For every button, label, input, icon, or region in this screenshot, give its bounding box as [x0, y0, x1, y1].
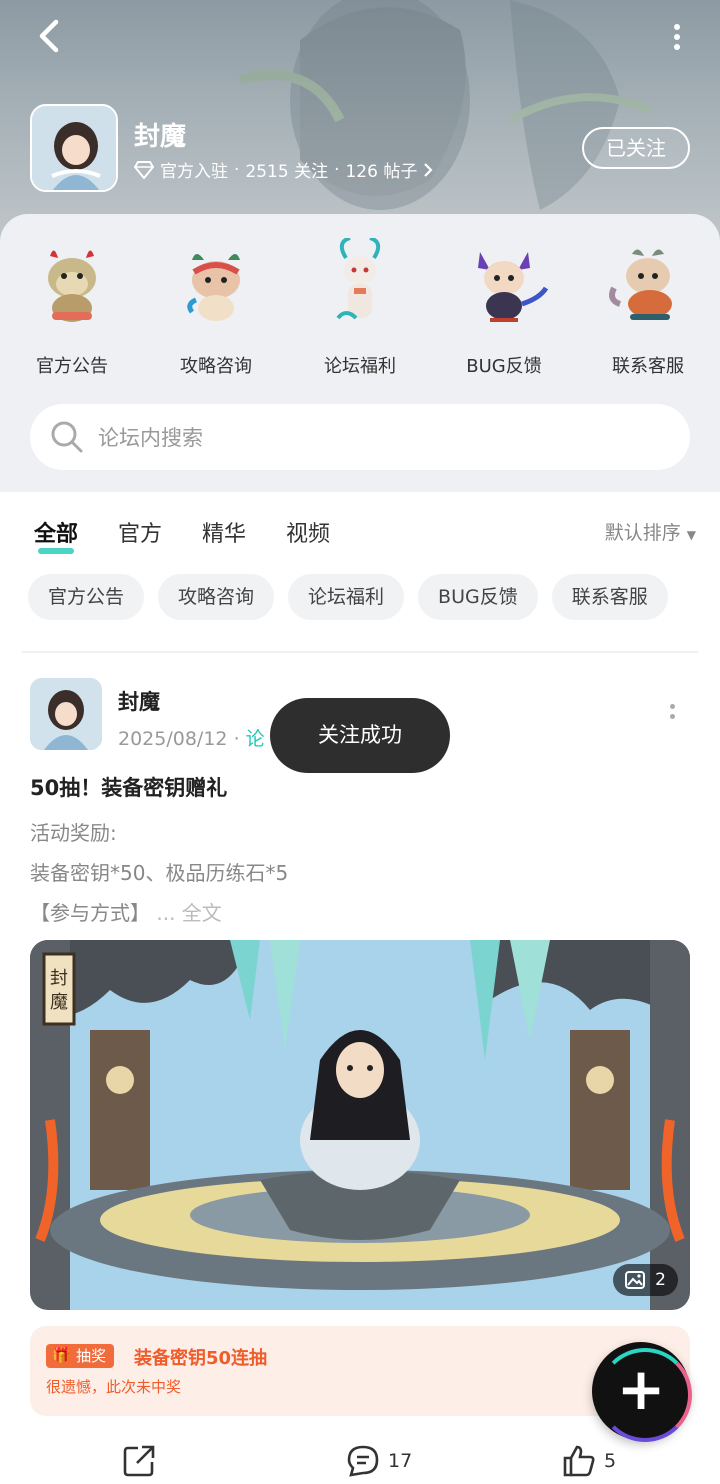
- tab-official[interactable]: 官方: [118, 516, 162, 548]
- category-panel: 官方公告 攻略咨询 论坛福利 BUG反馈 联系客服 论坛内搜索: [0, 214, 720, 492]
- dragon-mascot-icon: [478, 252, 549, 322]
- search-placeholder: 论坛内搜索: [98, 426, 203, 450]
- official-label: 官方入驻: [160, 162, 228, 182]
- tab-featured[interactable]: 精华: [202, 516, 246, 548]
- post-more-icon[interactable]: [667, 704, 677, 724]
- lottery-card[interactable]: 抽奖 装备密钥50连抽 很遗憾，此次未中奖: [30, 1326, 690, 1416]
- dragon-mascot-icon: [336, 236, 381, 320]
- plus-icon: +: [616, 1355, 666, 1423]
- toast-message: 关注成功: [270, 698, 450, 773]
- thumbs-up-icon: [563, 1445, 595, 1477]
- follow-count: 2515 关注: [245, 162, 329, 182]
- dragon-mascot-icon: [48, 250, 96, 322]
- follow-button[interactable]: 已关注: [582, 127, 690, 169]
- post-image-banner-char2: 魔: [50, 992, 68, 1013]
- back-icon[interactable]: [30, 16, 70, 56]
- lottery-badge: 抽奖: [46, 1343, 115, 1368]
- post-author-avatar[interactable]: [30, 678, 102, 750]
- like-count: 5: [604, 1450, 617, 1472]
- post-body-line: 装备密钥*50、极品历练石*5: [30, 861, 289, 885]
- tab-video[interactable]: 视频: [286, 516, 330, 548]
- sort-dropdown[interactable]: 默认排序 ▼: [605, 518, 696, 545]
- search-icon: [51, 421, 83, 453]
- category-strategy[interactable]: 攻略咨询: [144, 238, 288, 378]
- divider: [22, 651, 698, 653]
- post-body-line: 活动奖励:: [30, 821, 117, 845]
- image-icon: [625, 1271, 646, 1289]
- like-button[interactable]: 5: [562, 1444, 616, 1478]
- category-bug-report[interactable]: BUG反馈: [432, 238, 576, 378]
- image-count-badge: 2: [613, 1264, 678, 1296]
- dragon-mascot-icon: [187, 254, 240, 321]
- lottery-result: 很遗憾，此次未中奖: [46, 1378, 182, 1396]
- post-tag[interactable]: 论: [246, 728, 265, 750]
- search-input[interactable]: 论坛内搜索: [30, 404, 690, 470]
- chip-strategy[interactable]: 攻略咨询: [158, 574, 275, 620]
- post-author-name[interactable]: 封魔: [118, 686, 160, 716]
- post-date: 2025/08/12: [118, 728, 228, 750]
- create-post-button[interactable]: +: [592, 1342, 692, 1442]
- chip-customer-service[interactable]: 联系客服: [551, 574, 668, 620]
- dragon-mascot-icon: [609, 249, 672, 320]
- more-options-icon[interactable]: [672, 24, 682, 50]
- post-illustration: 封 魔: [30, 940, 690, 1310]
- share-button[interactable]: [122, 1444, 156, 1478]
- category-forum-benefits[interactable]: 论坛福利: [288, 236, 432, 378]
- header-background-art: [238, 0, 652, 210]
- tab-all[interactable]: 全部: [34, 516, 78, 554]
- forum-name: 封魔: [134, 122, 187, 152]
- share-icon: [123, 1445, 155, 1477]
- comment-icon: [347, 1445, 379, 1477]
- post-meta: 2025/08/12 · 论: [118, 728, 265, 750]
- chip-forum-benefits[interactable]: 论坛福利: [288, 574, 405, 620]
- chip-official-announcement[interactable]: 官方公告: [28, 574, 145, 620]
- lottery-title: 装备密钥50连抽: [134, 1348, 268, 1369]
- diamond-icon: [134, 160, 154, 179]
- expand-full-text-link[interactable]: ... 全文: [156, 901, 221, 925]
- post-count: 126 帖子: [345, 162, 418, 182]
- filter-chips: 官方公告 攻略咨询 论坛福利 BUG反馈 联系客服: [28, 574, 668, 620]
- caret-down-icon: ▼: [686, 528, 696, 542]
- category-official-announcement[interactable]: 官方公告: [0, 238, 144, 378]
- post-title[interactable]: 50抽！装备密钥赠礼: [30, 772, 227, 802]
- post-actions: 17 5: [0, 1440, 720, 1484]
- category-customer-service[interactable]: 联系客服: [576, 238, 720, 378]
- post-tabs: 全部 官方 精华 视频 默认排序 ▼: [0, 508, 720, 554]
- chip-bug-report[interactable]: BUG反馈: [418, 574, 538, 620]
- forum-meta[interactable]: 官方入驻 · 2515 关注 · 126 帖子: [134, 157, 433, 182]
- forum-avatar: [30, 104, 118, 192]
- chevron-right-icon: [424, 162, 433, 177]
- comment-button[interactable]: 17: [346, 1444, 412, 1478]
- comment-count: 17: [388, 1450, 413, 1472]
- post-image[interactable]: 封 魔 2: [30, 940, 690, 1310]
- post-image-banner-char1: 封: [50, 968, 68, 989]
- post-body-line: 【参与方式】 ... 全文: [30, 901, 222, 925]
